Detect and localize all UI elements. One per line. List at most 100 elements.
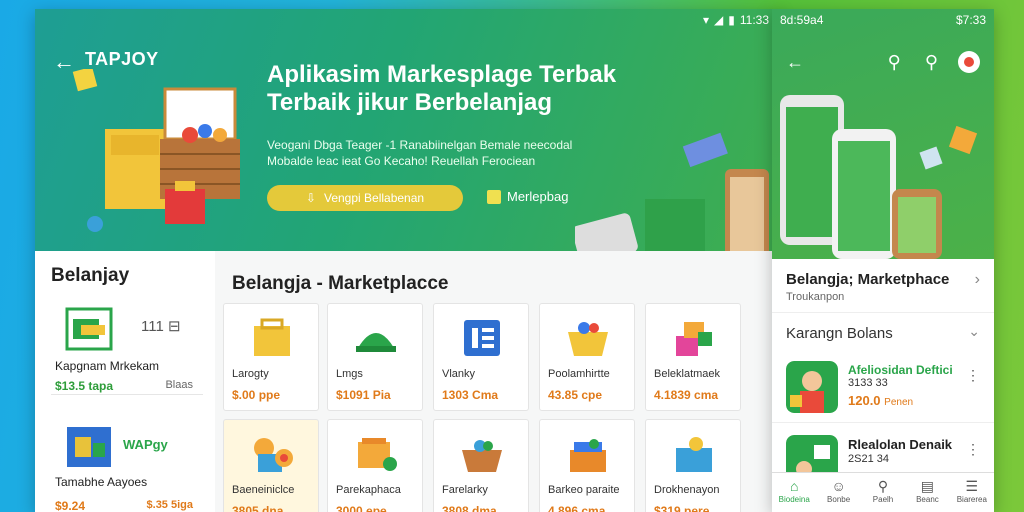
search-icon: ⚲ [877,478,889,494]
app-name: Afeliosidan Deftici [848,363,953,377]
chevron-right-icon: › [974,271,980,288]
hero-title-line1: Aplikasim Markesplage Terbak [267,61,617,88]
product-tile[interactable]: Baeneiniclce 3805 dna [223,419,319,512]
app-name: Rlealolan Denaik [848,437,953,452]
product-name: Larogty [232,368,269,380]
phone-section-subtitle: Troukanpon [786,291,845,303]
product-tile[interactable]: Drokhenayon $319 pere [645,419,741,512]
more-vert-icon[interactable]: ⋮ [966,441,980,458]
hero-subtitle-line1: Veogani Dbga Teager -1 Ranabiinelgan Bem… [267,138,573,152]
phone-status-right: $7:33 [955,13,986,27]
tab-label: Bonbe [827,495,851,504]
sidebar-card-price: $9.24 [55,499,86,512]
back-arrow-icon[interactable]: ← [786,52,804,73]
app-price-value: 120.0 [848,393,881,408]
hero-title: Aplikasim Markesplage Terbak Terbaik jik… [267,61,727,117]
smile-icon: ☺ [831,478,846,494]
sidebar-title: Belanjay [51,265,130,286]
app-number: 2S21 34 [848,453,889,465]
avatar[interactable] [958,51,980,73]
app-price-unit: Penen [884,397,914,408]
product-price: 3805 dna [232,504,284,512]
tab-profile[interactable]: ☺ Bonbe [816,473,860,512]
product-price: $1091 Pia [336,388,391,402]
product-tile[interactable]: Barkeo paraite 4.896 cma [539,419,635,512]
product-name: Barkeo paraite [548,484,620,496]
sidebar-card-meta: WAPgy [123,437,168,452]
sidebar-card-name: Kapgnam Mrkekam [55,359,160,373]
brand-logo: TAPJOY [85,49,159,69]
hero-banner: ▾ ◢ ▮ 11:33 ← TAPJOY Aplikasim Markespla… [35,9,779,251]
product-tile[interactable]: Lmgs $1091 Pia [327,303,423,411]
sidebar-card-name: Tamabhe Aayoes [55,475,148,489]
product-tile[interactable]: Vlanky 1303 Cma [433,303,529,411]
product-name: Vlanky [442,368,476,380]
phones-illustration [780,95,978,259]
sidebar-card-price: $13.5 tapa [55,379,114,393]
tab-menu[interactable]: ☰ Biarerea [950,473,994,512]
search-icon[interactable]: ⚲ [888,52,901,73]
status-bar: ▾ ◢ ▮ 11:33 [703,11,769,29]
marketplace-icon [487,189,501,204]
app-logo-icon [67,427,111,467]
phone-dropdown-title: Karangn Bolans [786,325,893,342]
product-name: Drokhenayon [654,484,720,496]
hero-cta-button[interactable]: ⇩ Vengpi Bellabenan [267,185,463,211]
list-icon: ▤ [920,478,935,494]
product-price: 1303 Cma [442,388,499,402]
download-icon: ⇩ [305,191,316,205]
product-price: 43.85 cpe [548,388,603,402]
product-tile[interactable]: Poolamhirtte 43.85 cpe [539,303,635,411]
signal-icon: ◢ [714,13,724,27]
shopping-cart-illustration [72,69,240,232]
status-time: 11:33 [739,13,769,27]
product-tile[interactable]: Parekaphaca 3000 epe [327,419,423,512]
product-name: Baeneiniclce [232,484,295,496]
search-icon[interactable]: ⚲ [925,52,938,73]
tab-search[interactable]: ⚲ Paelh [861,473,905,512]
list-item[interactable]: Afeliosidan Deftici 3133 33 120.0 Penen … [772,353,994,423]
hero-secondary-link[interactable]: Merlepbag [487,189,568,204]
product-name: Beleklatmaek [654,368,721,380]
phone-section-marketplace[interactable]: Belangja; Marketphace Troukanpon › [772,259,994,313]
phone-section-dropdown[interactable]: Karangn Bolans ⌄ [772,313,994,353]
sidebar-card-meta: 111 ⊟ [141,318,181,335]
product-tile[interactable]: Beleklatmaek 4.1839 cma [645,303,741,411]
content-area: Belanjay 111 ⊟ Kapgnam Mrkekam $13.5 tap… [35,251,779,512]
tab-orders[interactable]: ▤ Beanc [905,473,949,512]
main-window: ▾ ◢ ▮ 11:33 ← TAPJOY Aplikasim Markespla… [35,9,779,512]
parcel-icon [358,438,397,471]
phone-section-title: Belangja; Marketphace [786,271,950,288]
tab-label: Biarerea [956,495,987,504]
phone-hero: 8d:59a4 $7:33 ← ⚲ ⚲ [772,9,994,259]
home-icon: ⌂ [789,478,799,494]
product-name: Lmgs [336,368,363,380]
gift-boxes-icon [676,322,712,356]
product-name: Farelarky [442,484,488,496]
cap-icon [356,333,396,352]
phone-nav: ← ⚲ ⚲ [786,51,980,73]
shopping-basket-icon [570,439,606,472]
wifi-icon: ▾ [702,13,710,27]
wicker-basket-icon [462,440,502,472]
sidebar-card[interactable]: 111 ⊟ Kapgnam Mrkekam $13.5 tapa Blaas [51,295,203,395]
tab-label: Beanc [916,495,939,504]
sidebar-card-extra: Blaas [165,379,193,391]
product-name: Parekaphaca [336,484,401,496]
sidebar-card[interactable]: WAPgy Tamabhe Aayoes $9.24 $.35 5iga [51,413,203,512]
tab-label: Biodeina [778,495,810,504]
more-vert-icon[interactable]: ⋮ [966,367,980,384]
chevron-down-icon: ⌄ [968,323,980,339]
product-tile[interactable]: Larogty $.00 ppe [223,303,319,411]
tab-label: Paelh [872,495,894,504]
phone-status-bar: 8d:59a4 $7:33 [780,13,986,27]
product-tile[interactable]: Farelarky 3808 dma [433,419,529,512]
product-price: 3000 epe [336,504,387,512]
app-price: 120.0 Penen [848,393,913,408]
tab-home[interactable]: ⌂ Biodeina [772,473,816,512]
product-price: 4.1839 cma [654,388,719,402]
marketplace-title: Belangja - Marketplacce [232,273,449,294]
hero-cta-label: Vengpi Bellabenan [323,191,425,205]
hero-subtitle: Veogani Dbga Teager -1 Ranabiinelgan Bem… [267,137,627,169]
product-price: 4.896 cma [548,504,606,512]
